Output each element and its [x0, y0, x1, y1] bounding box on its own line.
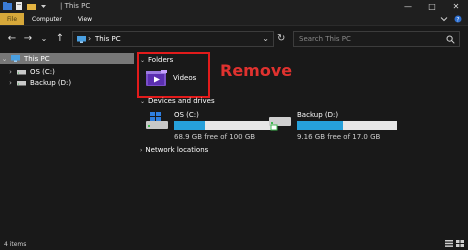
- expand-icon[interactable]: ›: [6, 68, 15, 76]
- annotation-remove-label: Remove: [220, 61, 293, 80]
- navigation-bar: ← → ⌄ ↑ › This PC ⌄ ↻ Search This PC: [0, 27, 468, 51]
- address-bar[interactable]: › This PC ⌄: [72, 31, 274, 47]
- drive-backup-d[interactable]: Backup (D:) 9.16 GB free of 17.0 GB: [269, 111, 409, 143]
- drive-free-space: 68.9 GB free of 100 GB: [174, 133, 256, 141]
- pc-icon: [77, 36, 86, 43]
- chevron-down-icon[interactable]: [440, 15, 448, 23]
- drive-free-space: 9.16 GB free of 17.0 GB: [297, 133, 381, 141]
- close-button[interactable]: ✕: [444, 0, 468, 13]
- new-folder-icon[interactable]: [27, 2, 36, 10]
- tab-file[interactable]: File: [0, 13, 24, 25]
- sidebar-item-backup-d[interactable]: › Backup (D:): [0, 77, 134, 88]
- forward-button[interactable]: →: [22, 33, 34, 45]
- group-label: Devices and drives: [148, 97, 215, 105]
- tab-computer[interactable]: Computer: [24, 13, 70, 25]
- group-label: Network locations: [145, 146, 209, 154]
- maximize-button[interactable]: □: [420, 0, 444, 13]
- sidebar-item-label: Backup (D:): [30, 78, 72, 87]
- breadcrumb-separator: ›: [88, 34, 92, 43]
- videos-folder-icon: [146, 70, 167, 86]
- help-icon[interactable]: ?: [454, 15, 462, 23]
- properties-icon[interactable]: [15, 2, 24, 10]
- item-count: 4 items: [4, 241, 27, 248]
- sidebar-item-label: This PC: [24, 54, 50, 63]
- address-dropdown-button[interactable]: ⌄: [262, 34, 269, 43]
- file-explorer-icon: [3, 2, 12, 10]
- refresh-button[interactable]: ↻: [277, 33, 285, 44]
- windows-drive-icon: [146, 112, 168, 129]
- minimize-button[interactable]: —: [396, 0, 420, 13]
- group-header-folders[interactable]: ⌄ Folders: [140, 56, 173, 64]
- back-button[interactable]: ←: [6, 33, 18, 45]
- tiles-view-icon[interactable]: [456, 240, 464, 247]
- drive-icon: [17, 80, 26, 85]
- search-box[interactable]: Search This PC: [293, 31, 460, 47]
- expand-icon[interactable]: ›: [140, 147, 142, 154]
- up-button[interactable]: ↑: [54, 33, 66, 45]
- expand-icon[interactable]: ⌄: [0, 55, 9, 63]
- tab-view[interactable]: View: [70, 13, 100, 25]
- details-view-icon[interactable]: [445, 240, 453, 247]
- group-header-devices[interactable]: ⌄ Devices and drives: [140, 97, 215, 105]
- window-title: | This PC: [60, 2, 91, 10]
- collapse-icon[interactable]: ⌄: [140, 57, 145, 64]
- content-pane: ⌄ Folders Videos Remove ⌄ Devices and dr…: [137, 51, 468, 238]
- drive-usage-bar: [174, 121, 274, 130]
- drive-usage-bar: [297, 121, 397, 130]
- drive-name: OS (C:): [174, 111, 199, 119]
- drive-usage-fill: [297, 121, 343, 130]
- sidebar-item-this-pc[interactable]: ⌄ This PC: [0, 53, 134, 64]
- quick-access-dropdown-icon[interactable]: [39, 2, 48, 10]
- recent-locations-button[interactable]: ⌄: [38, 33, 50, 45]
- drive-name: Backup (D:): [297, 111, 339, 119]
- group-label: Folders: [148, 56, 174, 64]
- expand-icon[interactable]: ›: [6, 79, 15, 87]
- collapse-icon[interactable]: ⌄: [140, 98, 145, 105]
- sidebar-item-os-c[interactable]: › OS (C:): [0, 66, 134, 77]
- status-bar: 4 items: [0, 238, 468, 250]
- backup-drive-icon: [269, 117, 291, 131]
- svg-text:?: ?: [456, 16, 459, 23]
- navigation-pane: ⌄ This PC › OS (C:) › Backup (D:): [0, 51, 134, 238]
- breadcrumb-this-pc[interactable]: This PC: [95, 35, 121, 43]
- drive-icon: [17, 69, 26, 74]
- folder-videos[interactable]: Videos: [146, 69, 196, 87]
- group-header-network[interactable]: › Network locations: [140, 146, 208, 154]
- sidebar-item-label: OS (C:): [30, 67, 55, 76]
- drive-usage-fill: [174, 121, 205, 130]
- folder-label: Videos: [173, 74, 197, 82]
- search-icon: [446, 35, 455, 44]
- ribbon-tabs: File Computer View ?: [0, 13, 468, 26]
- drive-os-c[interactable]: OS (C:) 68.9 GB free of 100 GB: [146, 111, 286, 143]
- title-bar: | This PC — □ ✕: [0, 0, 468, 13]
- pc-icon: [11, 55, 20, 62]
- search-placeholder[interactable]: Search This PC: [299, 35, 351, 43]
